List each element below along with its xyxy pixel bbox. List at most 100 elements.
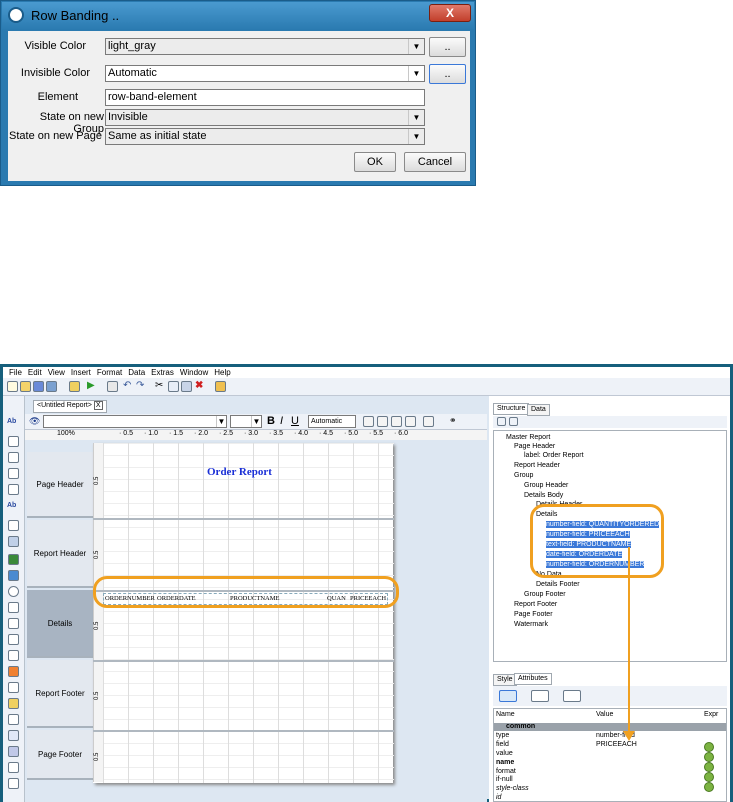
image-field-tool-icon[interactable]	[8, 570, 19, 581]
page-tool-icon[interactable]	[8, 762, 19, 773]
menu-format[interactable]: Format	[97, 368, 122, 377]
tab-attributes[interactable]: Attributes	[514, 673, 552, 685]
tree-tool-icon[interactable]	[497, 417, 506, 426]
resource-field-tool-icon[interactable]	[8, 520, 19, 531]
tree-item[interactable]: Page Header	[514, 443, 555, 450]
align-justify-icon[interactable]	[405, 416, 416, 427]
tree-item[interactable]: Group	[514, 472, 533, 479]
menu-file[interactable]: File	[9, 368, 22, 377]
publish-icon[interactable]	[46, 381, 57, 392]
document-tab-close-icon[interactable]: X	[93, 401, 103, 410]
menu-insert[interactable]: Insert	[71, 368, 91, 377]
band-page-footer[interactable]: Page Footer	[27, 730, 93, 780]
save-icon[interactable]	[33, 381, 44, 392]
new-icon[interactable]	[7, 381, 18, 392]
tree-item[interactable]: Page Footer	[514, 611, 553, 618]
sort-asc-icon[interactable]	[531, 690, 549, 702]
chart-tool-icon[interactable]	[8, 666, 19, 677]
tree-item[interactable]: Group Footer	[524, 591, 566, 598]
menu-data[interactable]: Data	[128, 368, 145, 377]
tree-item[interactable]: label: Order Report	[524, 452, 584, 459]
resource-message-tool-icon[interactable]	[8, 536, 19, 547]
band-report-footer[interactable]: Report Footer	[27, 660, 93, 728]
visible-color-picker-button[interactable]: ..	[429, 37, 466, 57]
band-details[interactable]: Details	[27, 590, 93, 658]
tree-item[interactable]: Watermark	[514, 621, 548, 628]
bold-icon[interactable]: B	[267, 415, 275, 427]
number-field-tool-icon[interactable]	[8, 452, 19, 463]
visible-color-select[interactable]: light_gray ▼	[105, 38, 425, 55]
sort-desc-icon[interactable]	[563, 690, 581, 702]
expression-button-icon[interactable]	[704, 772, 714, 782]
barcode-tool-icon[interactable]	[8, 682, 19, 693]
eye-icon[interactable]: 👁	[29, 416, 40, 427]
redo-icon[interactable]: ↷	[136, 381, 147, 392]
menu-window[interactable]: Window	[180, 368, 208, 377]
tree-item[interactable]: Details Body	[524, 492, 563, 499]
expression-button-icon[interactable]	[704, 742, 714, 752]
invisible-color-select[interactable]: Automatic ▼	[105, 65, 425, 82]
cancel-button[interactable]: Cancel	[404, 152, 466, 172]
tree-tool-icon[interactable]	[509, 417, 518, 426]
document-tab[interactable]: <Untitled Report> X	[33, 400, 107, 413]
survey-scale-tool-icon[interactable]	[8, 650, 19, 661]
copy-icon[interactable]	[168, 381, 179, 392]
index-tool-icon[interactable]	[8, 746, 19, 757]
underline-icon[interactable]: U	[291, 415, 299, 427]
report-title-label[interactable]: Order Report	[207, 466, 272, 478]
rectangle-tool-icon[interactable]	[8, 602, 19, 613]
expression-button-icon[interactable]	[704, 782, 714, 792]
menu-help[interactable]: Help	[214, 368, 230, 377]
label-tool-icon[interactable]: Ab	[7, 418, 18, 429]
message-field-tool-icon[interactable]	[8, 484, 19, 495]
open-icon[interactable]	[20, 381, 31, 392]
undo-icon[interactable]: ↶	[123, 381, 134, 392]
element-input[interactable]: row-band-element	[105, 89, 425, 106]
align-left-icon[interactable]	[363, 416, 374, 427]
paste-icon[interactable]	[181, 381, 192, 392]
grouped-view-icon[interactable]	[499, 690, 517, 702]
menu-view[interactable]: View	[48, 368, 65, 377]
image-tool-icon[interactable]	[8, 554, 19, 565]
subreport-tool-icon[interactable]	[8, 714, 19, 725]
menu-edit[interactable]: Edit	[28, 368, 42, 377]
link-icon[interactable]: ⚭	[449, 415, 457, 426]
table-of-contents-tool-icon[interactable]	[8, 730, 19, 741]
document-tool-icon[interactable]	[8, 778, 19, 789]
invisible-color-picker-button[interactable]: ..	[429, 64, 466, 84]
tree-item[interactable]: Master Report	[506, 434, 550, 441]
report-sheet[interactable]: 0.5 0.5 0.5 0.5 0.5 Order Report ORDERNU…	[93, 443, 394, 783]
tab-data[interactable]: Data	[527, 404, 550, 416]
ellipse-tool-icon[interactable]	[8, 586, 19, 597]
tree-item[interactable]: Group Header	[524, 482, 568, 489]
valign-icon[interactable]	[423, 416, 434, 427]
datasource-icon[interactable]	[69, 381, 80, 392]
state-new-page-select[interactable]: Same as initial state ▼	[105, 128, 425, 145]
expression-button-icon[interactable]	[704, 752, 714, 762]
font-size-select[interactable]: ▼	[230, 415, 262, 428]
ok-button[interactable]: OK	[354, 152, 396, 172]
resource-label-tool-icon[interactable]: Ab	[7, 502, 18, 513]
band-report-header[interactable]: Report Header	[27, 520, 93, 588]
color-select[interactable]: Automatic	[308, 415, 356, 428]
tab-structure[interactable]: Structure	[493, 403, 530, 415]
font-family-select[interactable]: ▼	[43, 415, 227, 428]
align-right-icon[interactable]	[391, 416, 402, 427]
align-center-icon[interactable]	[377, 416, 388, 427]
tree-item[interactable]: Details Footer	[536, 581, 580, 588]
italic-icon[interactable]: I	[280, 415, 283, 427]
state-new-group-select[interactable]: Invisible ▼	[105, 109, 425, 126]
select-icon[interactable]	[107, 381, 118, 392]
tree-item[interactable]: Report Header	[514, 462, 560, 469]
text-field-tool-icon[interactable]	[8, 436, 19, 447]
vertical-line-tool-icon[interactable]	[8, 634, 19, 645]
menu-extras[interactable]: Extras	[151, 368, 174, 377]
tree-item[interactable]: Report Footer	[514, 601, 557, 608]
delete-icon[interactable]: ✖	[195, 381, 206, 392]
horizontal-line-tool-icon[interactable]	[8, 618, 19, 629]
expression-button-icon[interactable]	[704, 762, 714, 772]
cut-icon[interactable]: ✂	[155, 381, 166, 392]
band-tool-icon[interactable]	[8, 698, 19, 709]
band-page-header[interactable]: Page Header	[27, 452, 93, 518]
close-button[interactable]: X	[429, 4, 471, 22]
